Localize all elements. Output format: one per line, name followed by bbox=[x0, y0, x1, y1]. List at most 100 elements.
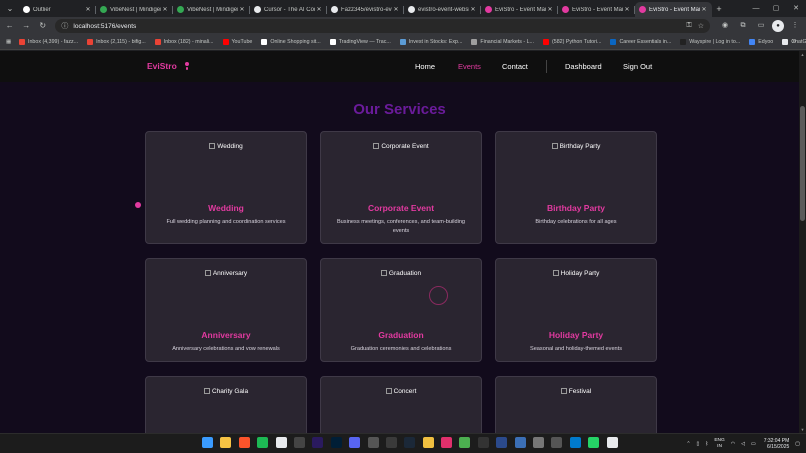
browser-tab[interactable]: EviStro - Event Mana...✕ bbox=[558, 2, 635, 17]
tray-chevron-icon[interactable]: ⌃ bbox=[686, 441, 690, 447]
browser-tab[interactable]: Cursor - The AI Code...✕ bbox=[250, 2, 327, 17]
bookmark-item[interactable]: Inbox (182) - minali... bbox=[154, 39, 214, 45]
nav-home[interactable]: Home bbox=[415, 62, 435, 71]
bookmark-item[interactable]: Online Shopping sit... bbox=[261, 39, 321, 45]
extensions-puzzle-icon[interactable]: ⧉ bbox=[736, 19, 750, 33]
tab-close-icon[interactable]: ✕ bbox=[392, 6, 400, 13]
instagram-icon[interactable] bbox=[441, 437, 453, 448]
page-scrollbar[interactable]: ▲ ▼ bbox=[799, 51, 806, 433]
address-bar-url[interactable]: localhost:5176/events bbox=[73, 23, 680, 30]
tray-bluetooth-icon[interactable]: ᛒ bbox=[705, 441, 708, 447]
discord-icon[interactable] bbox=[349, 437, 361, 448]
service-card[interactable]: Graduation Graduation Graduation ceremonie… bbox=[320, 258, 482, 362]
maximize-icon[interactable]: ▢ bbox=[766, 0, 786, 17]
volume-icon[interactable]: ◁ bbox=[741, 441, 745, 447]
tab-close-icon[interactable]: ✕ bbox=[546, 6, 554, 13]
chrome-icon[interactable] bbox=[275, 437, 287, 448]
reload-icon[interactable]: ↻ bbox=[36, 19, 49, 33]
tab-search-icon[interactable]: ⌄ bbox=[3, 2, 17, 16]
nav-dashboard[interactable]: Dashboard bbox=[565, 62, 602, 71]
chrome-active-icon[interactable] bbox=[606, 437, 618, 448]
bookmark-item[interactable]: Career Essentials in... bbox=[610, 39, 671, 45]
back-icon[interactable]: ← bbox=[3, 19, 16, 33]
tab-close-icon[interactable]: ✕ bbox=[700, 6, 708, 13]
tab-close-icon[interactable]: ✕ bbox=[469, 6, 477, 13]
store-icon[interactable] bbox=[385, 437, 397, 448]
app2-icon[interactable] bbox=[496, 437, 508, 448]
service-card[interactable]: Festival bbox=[495, 376, 657, 433]
bookmark-star-icon[interactable]: ☆ bbox=[698, 22, 704, 30]
password-key-icon[interactable]: ⚿ bbox=[686, 22, 691, 30]
bookmark-item[interactable]: Wayspire | Log in to... bbox=[680, 39, 740, 45]
service-card[interactable]: Holiday Party Holiday Party Seasonal and h… bbox=[495, 258, 657, 362]
bookmark-item[interactable]: Inbox (4,399) - fazz... bbox=[19, 39, 78, 45]
split-view-icon[interactable]: ▭ bbox=[754, 19, 768, 33]
bookmarks-more-icon[interactable]: » bbox=[792, 38, 796, 45]
address-bar[interactable]: ⓘ localhost:5176/events ⚿ ☆ bbox=[55, 19, 710, 33]
forward-icon[interactable]: → bbox=[19, 19, 32, 33]
tab-close-icon[interactable]: ✕ bbox=[238, 6, 246, 13]
vpn-icon[interactable] bbox=[459, 437, 471, 448]
browser-tab[interactable]: EviStro - Event Mana...✕ bbox=[481, 2, 558, 17]
bookmark-item[interactable]: Financial Markets - L... bbox=[471, 39, 534, 45]
service-card[interactable]: Concert bbox=[320, 376, 482, 433]
nav-sign-out[interactable]: Sign Out bbox=[623, 62, 652, 71]
app-icon[interactable] bbox=[367, 437, 379, 448]
close-window-icon[interactable]: ✕ bbox=[786, 0, 806, 17]
service-card[interactable]: Corporate Event Corporate Event Business m… bbox=[320, 131, 482, 244]
steam-icon[interactable] bbox=[404, 437, 416, 448]
extension-icon[interactable]: ◉ bbox=[718, 19, 732, 33]
scrollbar-thumb[interactable] bbox=[800, 106, 805, 221]
nav-contact[interactable]: Contact bbox=[502, 62, 528, 71]
site-info-icon[interactable]: ⓘ bbox=[61, 21, 68, 31]
whatsapp-icon[interactable] bbox=[588, 437, 600, 448]
spotify-icon[interactable] bbox=[257, 437, 269, 448]
wifi-icon[interactable]: ◠ bbox=[731, 441, 735, 447]
bookmark-item[interactable]: Edyoo bbox=[749, 39, 773, 45]
browser-tab[interactable]: EviStro - Event Mana...✕ bbox=[635, 2, 712, 17]
vscode-icon[interactable] bbox=[569, 437, 581, 448]
bookmark-item[interactable]: Inbox (2,115) - bifig... bbox=[87, 39, 146, 45]
nav-events[interactable]: Events bbox=[458, 62, 481, 71]
browser-tab[interactable]: VibeNest | Mindigen...✕ bbox=[96, 2, 173, 17]
tab-close-icon[interactable]: ✕ bbox=[623, 6, 631, 13]
terminal-icon[interactable] bbox=[477, 437, 489, 448]
brave-icon[interactable] bbox=[238, 437, 250, 448]
menu-kebab-icon[interactable]: ⋮ bbox=[788, 19, 802, 33]
browser-tab[interactable]: evistro-event-website...✕ bbox=[404, 2, 481, 17]
minimize-icon[interactable]: — bbox=[746, 0, 766, 17]
obs-icon[interactable] bbox=[293, 437, 305, 448]
service-card[interactable]: Wedding Wedding Full wedding planning and … bbox=[145, 131, 307, 244]
scroll-up-icon[interactable]: ▲ bbox=[799, 52, 806, 57]
file-explorer-icon[interactable] bbox=[220, 437, 232, 448]
app4-icon[interactable] bbox=[533, 437, 545, 448]
browser-tab[interactable]: VibeNest | Mindigen...✕ bbox=[173, 2, 250, 17]
service-card[interactable]: Birthday Party Birthday Party Birthday cel… bbox=[495, 131, 657, 244]
bookmark-item[interactable]: Invest in Stocks: Exp... bbox=[399, 39, 462, 45]
notification-icon[interactable]: ▢ bbox=[795, 441, 800, 447]
photoshop-icon[interactable] bbox=[330, 437, 342, 448]
scroll-down-icon[interactable]: ▼ bbox=[799, 427, 806, 432]
taskbar-clock[interactable]: 7:32:04 PM 6/15/2025 bbox=[764, 438, 790, 451]
bookmark-item[interactable]: YouTube bbox=[222, 39, 252, 45]
app3-icon[interactable] bbox=[514, 437, 526, 448]
apps-grid-icon[interactable]: ▦ bbox=[6, 39, 11, 45]
tray-battery-icon[interactable]: ▯ bbox=[697, 441, 700, 447]
service-card[interactable]: Charity Gala bbox=[145, 376, 307, 433]
bookmark-item[interactable]: TradingView — Trac... bbox=[329, 39, 391, 45]
app5-icon[interactable] bbox=[551, 437, 563, 448]
windows-start-icon[interactable] bbox=[202, 437, 213, 448]
premiere-icon[interactable] bbox=[312, 437, 324, 448]
language-indicator[interactable]: ENG IN bbox=[714, 438, 724, 450]
tab-close-icon[interactable]: ✕ bbox=[84, 6, 92, 13]
bookmark-item[interactable]: (582) Python Tutori... bbox=[542, 39, 601, 45]
photos-icon[interactable] bbox=[422, 437, 434, 448]
profile-avatar-icon[interactable]: ● bbox=[772, 20, 784, 32]
service-card[interactable]: Anniversary Anniversary Anniversary celebr… bbox=[145, 258, 307, 362]
tab-close-icon[interactable]: ✕ bbox=[315, 6, 323, 13]
browser-tab[interactable]: Outlier ✕ bbox=[19, 2, 96, 17]
browser-tab[interactable]: Fazz345/evistro-event...✕ bbox=[327, 2, 404, 17]
tab-close-icon[interactable]: ✕ bbox=[161, 6, 169, 13]
new-tab-button[interactable]: + bbox=[712, 2, 726, 17]
battery-icon[interactable]: ▭ bbox=[751, 441, 756, 447]
